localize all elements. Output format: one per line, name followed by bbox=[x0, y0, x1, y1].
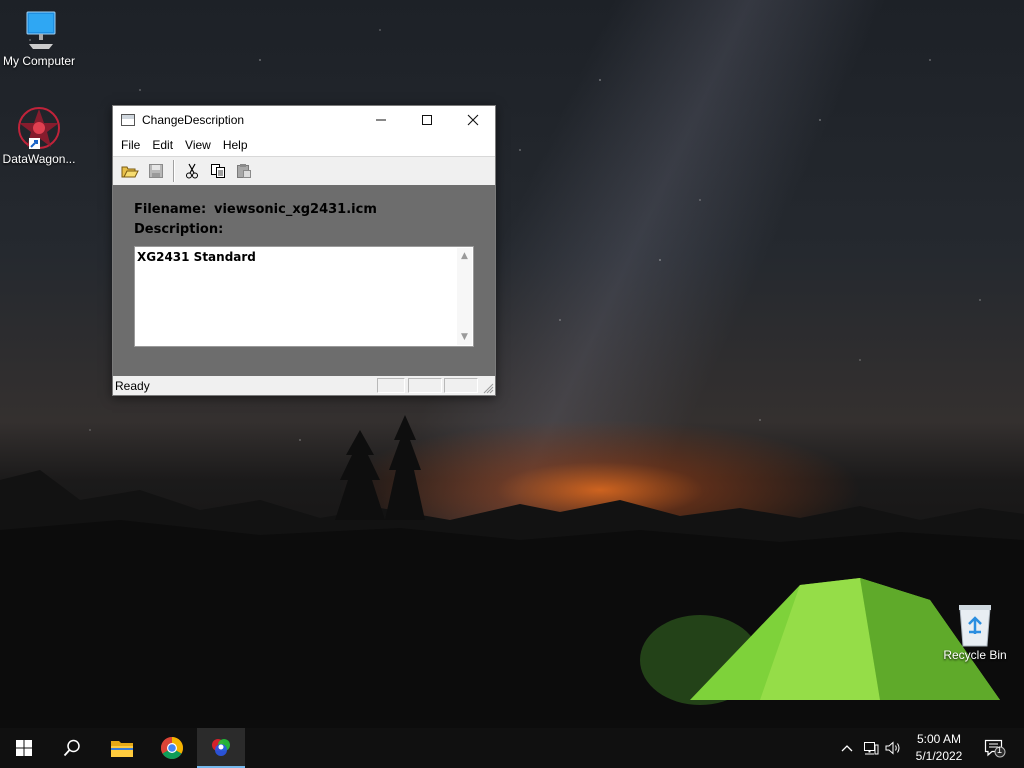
copy-icon bbox=[211, 164, 225, 178]
status-pane bbox=[408, 378, 442, 393]
close-button[interactable] bbox=[450, 106, 496, 134]
status-text: Ready bbox=[115, 379, 150, 393]
description-label: Description: bbox=[134, 222, 224, 237]
file-explorer-icon bbox=[111, 741, 133, 757]
textarea-scrollbar[interactable]: ▲ ▼ bbox=[457, 248, 472, 345]
save-button[interactable] bbox=[145, 160, 167, 182]
minimize-icon bbox=[376, 119, 386, 121]
save-icon bbox=[149, 164, 163, 178]
status-bar: Ready bbox=[113, 376, 495, 395]
app-icon bbox=[121, 114, 135, 126]
show-hidden-icons-button[interactable] bbox=[838, 738, 856, 758]
recycle-bin-icon bbox=[951, 602, 999, 647]
menu-view[interactable]: View bbox=[179, 138, 217, 152]
menu-bar: File Edit View Help bbox=[113, 134, 495, 157]
search-button[interactable] bbox=[48, 728, 96, 768]
copy-button[interactable] bbox=[207, 160, 229, 182]
taskbar-clock[interactable]: 5:00 AM 5/1/2022 bbox=[908, 731, 970, 765]
open-folder-icon bbox=[121, 166, 139, 178]
network-icon bbox=[864, 742, 879, 755]
open-button[interactable] bbox=[119, 160, 141, 182]
filename-value: viewsonic_xg2431.icm bbox=[214, 202, 377, 217]
chrome-button[interactable] bbox=[148, 728, 196, 768]
menu-file[interactable]: File bbox=[115, 138, 146, 152]
volume-icon bbox=[885, 741, 900, 755]
change-description-window[interactable]: ChangeDescription File Edit View Help Fi… bbox=[112, 105, 496, 396]
search-icon bbox=[63, 739, 80, 757]
cut-button[interactable] bbox=[181, 160, 203, 182]
description-text: XG2431 Standard bbox=[137, 250, 256, 264]
notification-icon bbox=[984, 739, 1006, 758]
description-textarea[interactable]: XG2431 Standard ▲ ▼ bbox=[134, 246, 474, 347]
window-title: ChangeDescription bbox=[142, 113, 245, 127]
cut-icon bbox=[186, 163, 198, 179]
resize-grip-icon[interactable] bbox=[483, 383, 494, 394]
desktop-icon-my-computer[interactable]: My Computer bbox=[0, 8, 78, 68]
file-explorer-button[interactable] bbox=[98, 728, 146, 768]
desktop-icon-label: Recycle Bin bbox=[943, 648, 1007, 662]
clock-time: 5:00 AM bbox=[916, 732, 962, 746]
toolbar-separator bbox=[173, 160, 175, 182]
start-button[interactable] bbox=[0, 728, 48, 768]
computer-icon bbox=[15, 8, 63, 52]
menu-edit[interactable]: Edit bbox=[146, 138, 179, 152]
chrome-icon bbox=[161, 737, 183, 759]
paste-button[interactable] bbox=[233, 160, 255, 182]
filename-label: Filename: bbox=[134, 202, 207, 217]
scroll-down-icon[interactable]: ▼ bbox=[457, 330, 472, 344]
desktop-icon-datawagon[interactable]: DataWagon... bbox=[0, 106, 78, 166]
desktop-icon-label: My Computer bbox=[2, 54, 76, 68]
notification-count: 1 bbox=[997, 745, 1003, 755]
menu-help[interactable]: Help bbox=[217, 138, 254, 152]
taskbar: 5:00 AM 5/1/2022 1 bbox=[0, 728, 1024, 768]
desktop-icon-label: DataWagon... bbox=[2, 152, 76, 166]
color-app-button[interactable] bbox=[197, 728, 245, 768]
clock-date: 5/1/2022 bbox=[915, 749, 963, 763]
chevron-up-icon bbox=[841, 745, 853, 752]
maximize-icon bbox=[422, 115, 432, 125]
maximize-button[interactable] bbox=[404, 106, 450, 134]
status-pane bbox=[444, 378, 478, 393]
toolbar bbox=[113, 157, 495, 186]
status-pane bbox=[377, 378, 405, 393]
color-app-icon bbox=[212, 739, 230, 756]
paste-icon bbox=[237, 164, 251, 178]
close-icon bbox=[467, 114, 479, 126]
start-icon bbox=[16, 740, 32, 756]
network-button[interactable] bbox=[862, 738, 880, 758]
volume-button[interactable] bbox=[885, 738, 903, 758]
title-bar[interactable]: ChangeDescription bbox=[113, 106, 495, 134]
notifications-button[interactable]: 1 bbox=[983, 738, 1007, 758]
scroll-up-icon[interactable]: ▲ bbox=[457, 249, 472, 263]
client-area: Filename: viewsonic_xg2431.icm Descripti… bbox=[113, 185, 495, 376]
datawagon-shortcut-icon bbox=[15, 106, 63, 150]
desktop-icon-recycle-bin[interactable]: Recycle Bin bbox=[936, 602, 1014, 662]
minimize-button[interactable] bbox=[358, 106, 404, 134]
